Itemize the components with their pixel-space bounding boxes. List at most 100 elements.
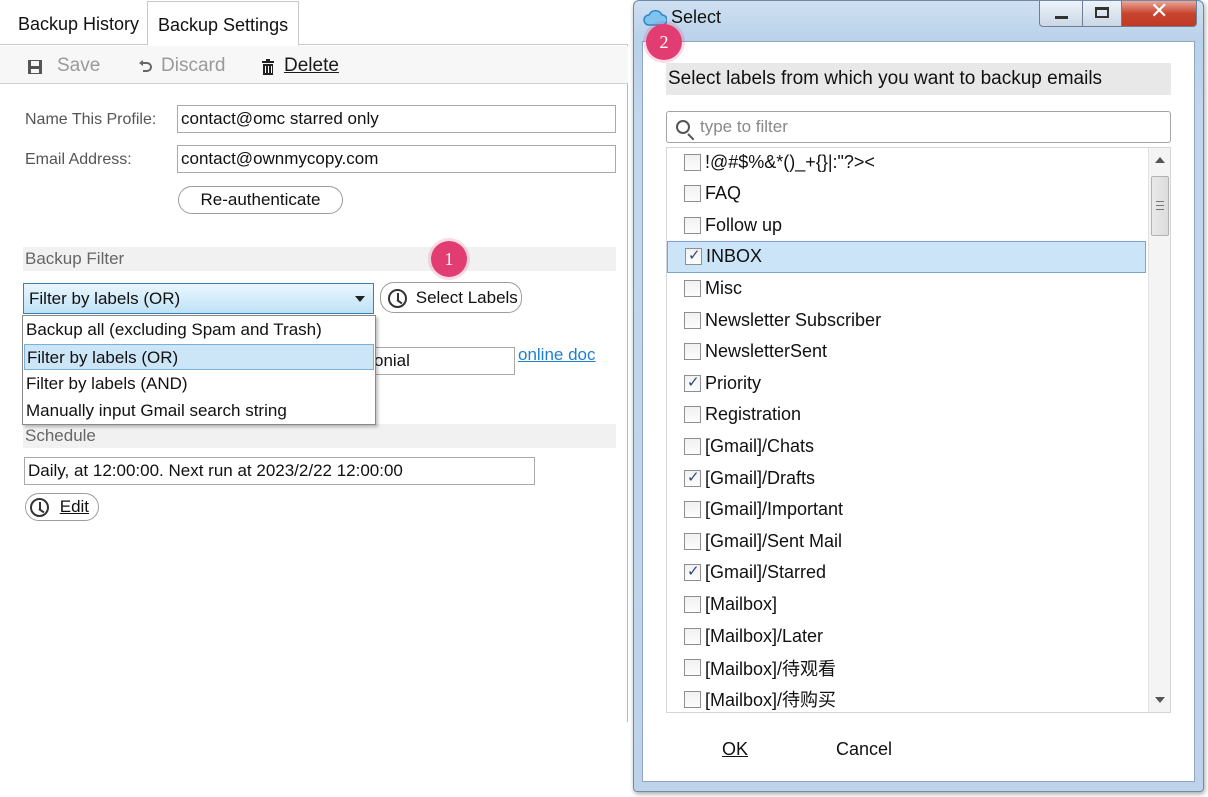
delete-label: Delete bbox=[284, 55, 339, 76]
label-list-item[interactable]: [Gmail]/Important bbox=[667, 494, 1146, 526]
label-list-item[interactable]: Newsletter Subscriber bbox=[667, 304, 1146, 336]
label-list-item[interactable]: !@#$%&*()_+{}|:"?>< bbox=[667, 148, 1146, 178]
label-checkbox[interactable] bbox=[684, 532, 701, 550]
trash-icon bbox=[260, 58, 276, 75]
schedule-field[interactable]: Daily, at 12:00:00. Next run at 2023/2/2… bbox=[24, 457, 535, 485]
label-checkbox[interactable] bbox=[684, 216, 701, 234]
list-scrollbar[interactable] bbox=[1148, 148, 1170, 712]
label-checkbox[interactable] bbox=[685, 246, 702, 266]
select-labels-label: Select Labels bbox=[415, 288, 518, 307]
label-name: Priority bbox=[705, 372, 762, 393]
email-address-input[interactable]: contact@ownmycopy.com bbox=[177, 145, 616, 173]
clock-icon bbox=[388, 289, 407, 309]
label-name: Registration bbox=[705, 404, 802, 425]
toolbar: Save Discard Delete bbox=[0, 46, 628, 84]
label-name: NewsletterSent bbox=[705, 341, 828, 362]
label-list-item[interactable]: [Mailbox] bbox=[667, 588, 1146, 620]
label-list-item[interactable]: [Gmail]/Sent Mail bbox=[667, 525, 1146, 557]
maximize-button[interactable] bbox=[1082, 1, 1122, 27]
step-badge-2: 2 bbox=[646, 24, 682, 60]
select-labels-button[interactable]: Select Labels bbox=[380, 282, 522, 313]
labels-field[interactable]: onial bbox=[370, 347, 515, 375]
label-name: [Gmail]/Important bbox=[705, 499, 844, 520]
search-icon bbox=[676, 120, 690, 134]
backup-settings-panel: Backup History Backup Settings Save Disc… bbox=[0, 0, 628, 722]
ok-label: OK bbox=[722, 739, 749, 759]
label-list-item[interactable]: Registration bbox=[667, 399, 1146, 431]
label-list-item[interactable]: Follow up bbox=[667, 209, 1146, 241]
filter-mode-select[interactable]: Filter by labels (OR) bbox=[23, 283, 374, 314]
label-checkbox[interactable] bbox=[684, 406, 701, 424]
dropdown-option[interactable]: Backup all (excluding Spam and Trash) bbox=[24, 317, 374, 343]
online-doc-link[interactable]: online doc bbox=[518, 345, 596, 365]
close-icon: ✕ bbox=[1150, 0, 1169, 24]
label-list-item[interactable]: [Gmail]/Chats bbox=[667, 430, 1146, 462]
label-list-item[interactable]: [Gmail]/Drafts bbox=[667, 462, 1146, 494]
label-checkbox[interactable] bbox=[684, 468, 701, 487]
label-checkbox[interactable] bbox=[684, 690, 701, 708]
label-list-item[interactable]: Priority bbox=[667, 367, 1146, 399]
label-name: [Gmail]/Drafts bbox=[705, 467, 816, 488]
scroll-down-icon[interactable] bbox=[1155, 697, 1165, 703]
label-list-item[interactable]: FAQ bbox=[667, 178, 1146, 210]
edit-schedule-button[interactable]: Edit bbox=[25, 493, 99, 521]
dropdown-option[interactable]: Manually input Gmail search string bbox=[24, 398, 374, 424]
save-button[interactable]: Save bbox=[27, 54, 100, 78]
schedule-heading: Schedule bbox=[23, 424, 616, 448]
label-list-item[interactable]: [Mailbox]/待观看 bbox=[667, 652, 1146, 684]
label-list-item[interactable]: [Mailbox]/待购买 bbox=[667, 683, 1146, 712]
label-checkbox[interactable] bbox=[684, 279, 701, 297]
scroll-thumb[interactable] bbox=[1151, 176, 1169, 236]
label-checkbox[interactable] bbox=[684, 185, 701, 203]
discard-button[interactable]: Discard bbox=[137, 54, 225, 78]
step-badge-1: 1 bbox=[431, 241, 467, 277]
profile-name-input[interactable]: contact@omc starred only bbox=[177, 105, 616, 133]
label-checkbox[interactable] bbox=[684, 562, 701, 582]
label-list-item[interactable]: NewsletterSent bbox=[667, 336, 1146, 368]
label-checkbox[interactable] bbox=[684, 627, 701, 645]
label-checkbox[interactable] bbox=[684, 153, 701, 171]
label-name: [Mailbox] bbox=[705, 593, 778, 614]
scroll-up-icon[interactable] bbox=[1155, 157, 1165, 163]
label-list-item[interactable]: [Mailbox]/Later bbox=[667, 620, 1146, 652]
reauthenticate-button[interactable]: Re-authenticate bbox=[178, 186, 343, 214]
backup-filter-heading: Backup Filter bbox=[23, 247, 616, 271]
tab-backup-settings[interactable]: Backup Settings bbox=[147, 1, 300, 46]
minimize-button[interactable] bbox=[1039, 1, 1083, 27]
label-name: INBOX bbox=[706, 246, 763, 267]
clock-icon bbox=[30, 498, 49, 518]
filter-mode-dropdown: Backup all (excluding Spam and Trash) Fi… bbox=[22, 315, 376, 425]
label-checkbox[interactable] bbox=[684, 659, 701, 677]
label-checkbox[interactable] bbox=[684, 437, 701, 455]
floppy-disk-icon bbox=[27, 58, 43, 74]
tab-bar: Backup History Backup Settings bbox=[0, 0, 628, 46]
dropdown-option-selected[interactable]: Filter by labels (OR) bbox=[24, 344, 374, 370]
close-button[interactable]: ✕ bbox=[1121, 0, 1197, 27]
delete-button[interactable]: Delete bbox=[260, 54, 339, 78]
label-name: [Mailbox]/待购买 bbox=[705, 690, 837, 711]
label-checkbox[interactable] bbox=[684, 311, 701, 329]
ok-button[interactable]: OK bbox=[722, 739, 748, 760]
label-name: [Gmail]/Starred bbox=[705, 562, 827, 583]
label-name: !@#$%&*()_+{}|:"?>< bbox=[705, 151, 875, 172]
label-checkbox[interactable] bbox=[684, 373, 701, 392]
dialog-body: Select labels from which you want to bac… bbox=[642, 41, 1195, 782]
tab-backup-history[interactable]: Backup History bbox=[8, 1, 149, 45]
dropdown-option[interactable]: Filter by labels (AND) bbox=[24, 371, 374, 397]
label-name: FAQ bbox=[705, 183, 742, 204]
label-filter-input[interactable]: type to filter bbox=[666, 111, 1171, 143]
label-list-item[interactable]: Misc bbox=[667, 272, 1146, 304]
label-name: Misc bbox=[705, 277, 742, 298]
label-list-item[interactable]: [Gmail]/Starred bbox=[667, 557, 1146, 589]
label-name: [Gmail]/Chats bbox=[705, 435, 815, 456]
filter-mode-value: Filter by labels (OR) bbox=[29, 289, 181, 308]
label-list-item[interactable]: INBOX bbox=[667, 240, 1146, 273]
cancel-button[interactable]: Cancel bbox=[836, 739, 892, 760]
chevron-down-icon bbox=[355, 296, 365, 302]
label-checkbox[interactable] bbox=[684, 595, 701, 613]
undo-icon bbox=[137, 58, 153, 74]
dialog-title: Select bbox=[671, 7, 722, 27]
label-checkbox[interactable] bbox=[684, 343, 701, 361]
label-checkbox[interactable] bbox=[684, 501, 701, 519]
label-name: [Mailbox]/Later bbox=[705, 625, 824, 646]
